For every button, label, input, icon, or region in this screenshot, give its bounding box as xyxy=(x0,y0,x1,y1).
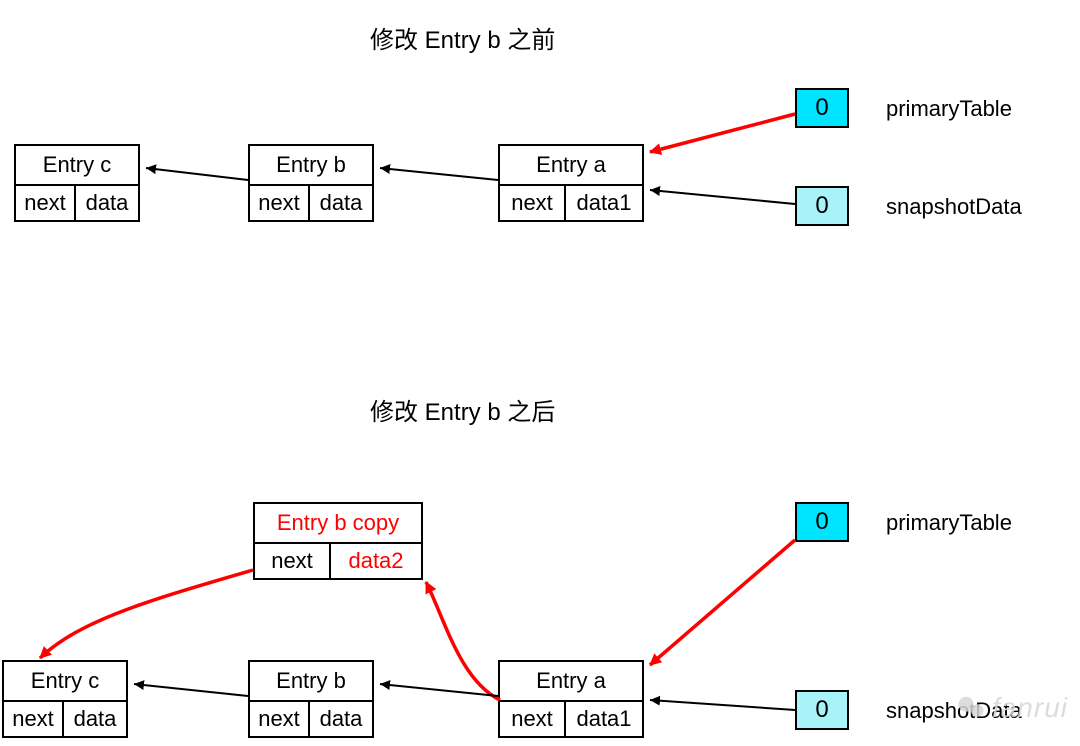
node-title: Entry c xyxy=(4,662,126,702)
cell-next: next xyxy=(500,702,564,736)
cell-data: data1 xyxy=(564,186,642,220)
arrow-a-to-b-after xyxy=(380,684,498,696)
node-title: Entry b xyxy=(250,662,372,702)
arrow-bcopy-to-c-after xyxy=(40,570,253,658)
label-primary-before: primaryTable xyxy=(886,96,1012,122)
arrow-primary-to-a-after xyxy=(650,540,795,665)
cell-next: next xyxy=(250,186,308,220)
label-snapshot-before: snapshotData xyxy=(886,194,1022,220)
cell-data: data xyxy=(308,186,372,220)
arrow-a-to-bcopy-after xyxy=(426,582,500,700)
arrow-primary-to-a-before xyxy=(650,114,795,152)
node-title: Entry c xyxy=(16,146,138,186)
node-entry-a-after: Entry a next data1 xyxy=(498,660,644,738)
node-entry-c-after: Entry c next data xyxy=(2,660,128,738)
cell-data: data1 xyxy=(564,702,642,736)
arrow-a-to-b-before xyxy=(380,168,498,180)
arrow-b-to-c-after xyxy=(134,684,248,696)
slot-snapshot-before: 0 xyxy=(795,186,849,226)
watermark-text: fanrui xyxy=(992,692,1068,724)
arrow-snapshot-to-a-before xyxy=(650,190,795,204)
cell-data: data xyxy=(62,702,126,736)
cell-next: next xyxy=(4,702,62,736)
node-entry-b-after: Entry b next data xyxy=(248,660,374,738)
cell-data: data2 xyxy=(329,544,421,578)
wechat-icon xyxy=(956,693,986,723)
cell-data: data xyxy=(308,702,372,736)
node-title: Entry b copy xyxy=(255,504,421,544)
cell-next: next xyxy=(16,186,74,220)
title-after: 修改 Entry b 之后 xyxy=(370,392,555,427)
label-primary-after: primaryTable xyxy=(886,510,1012,536)
node-entry-c-before: Entry c next data xyxy=(14,144,140,222)
title-before: 修改 Entry b 之前 xyxy=(370,20,555,55)
node-title: Entry a xyxy=(500,662,642,702)
cell-next: next xyxy=(250,702,308,736)
node-title: Entry a xyxy=(500,146,642,186)
cell-data: data xyxy=(74,186,138,220)
slot-primary-before: 0 xyxy=(795,88,849,128)
node-entry-a-before: Entry a next data1 xyxy=(498,144,644,222)
node-entry-b-before: Entry b next data xyxy=(248,144,374,222)
node-title: Entry b xyxy=(250,146,372,186)
node-entry-bcopy-after: Entry b copy next data2 xyxy=(253,502,423,580)
cell-next: next xyxy=(255,544,329,578)
slot-primary-after: 0 xyxy=(795,502,849,542)
cell-next: next xyxy=(500,186,564,220)
arrow-b-to-c-before xyxy=(146,168,248,180)
watermark: fanrui xyxy=(956,692,1068,724)
slot-snapshot-after: 0 xyxy=(795,690,849,730)
arrow-snapshot-to-a-after xyxy=(650,700,795,710)
